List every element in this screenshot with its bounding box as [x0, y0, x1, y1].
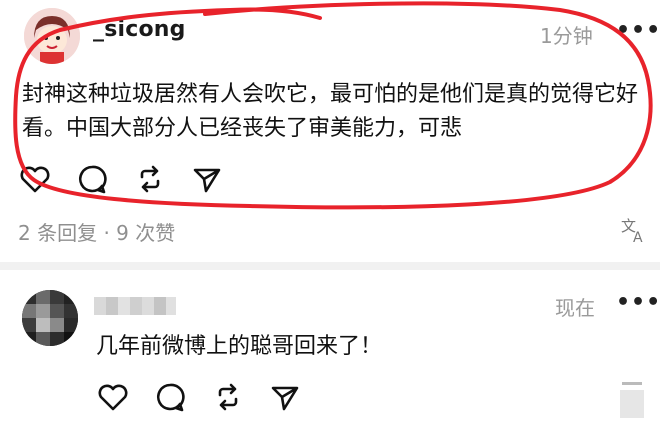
- repost-button[interactable]: [133, 162, 167, 196]
- more-options-icon[interactable]: •••: [616, 18, 660, 43]
- cartoon-avatar-icon: [24, 8, 80, 64]
- share-icon: [271, 386, 299, 411]
- share-icon: [193, 168, 221, 193]
- timestamp: 现在: [555, 296, 595, 320]
- like-button[interactable]: [96, 380, 130, 414]
- avatar[interactable]: [22, 290, 78, 346]
- username[interactable]: _sicong: [93, 17, 186, 42]
- comment-button[interactable]: [75, 162, 109, 196]
- reply-like-stats[interactable]: 2 条回复 · 9 次赞: [18, 217, 175, 246]
- translate-button[interactable]: 文 A: [620, 216, 648, 246]
- timestamp: 1分钟: [540, 24, 593, 48]
- comment-icon: [79, 165, 107, 194]
- comment-button[interactable]: [153, 380, 187, 414]
- username-blurred[interactable]: [94, 293, 176, 319]
- translate-icon: 文 A: [621, 217, 643, 246]
- heart-icon: [98, 384, 128, 411]
- comment-icon: [157, 383, 185, 412]
- post-divider: [0, 262, 660, 270]
- repost-button[interactable]: [211, 380, 245, 414]
- post-text: 封神这种垃圾居然有人会吹它，最可怕的是他们是真的觉得它好看。中国大部分人已经丧失…: [22, 82, 639, 141]
- share-button[interactable]: [268, 380, 302, 414]
- share-button[interactable]: [190, 162, 224, 196]
- heart-icon: [20, 166, 50, 193]
- scroll-handle[interactable]: [614, 380, 648, 420]
- repost-icon: [140, 165, 160, 193]
- svg-text:A: A: [633, 230, 643, 244]
- blurred-username-mosaic: [94, 297, 176, 315]
- more-options-icon[interactable]: •••: [616, 290, 660, 315]
- faded-scroll-icon: [620, 382, 644, 418]
- repost-icon: [218, 383, 238, 411]
- like-button[interactable]: [18, 162, 52, 196]
- post-text: 几年前微博上的聪哥回来了！: [96, 334, 383, 359]
- pixelated-avatar-icon: [22, 290, 78, 346]
- avatar[interactable]: [24, 8, 80, 64]
